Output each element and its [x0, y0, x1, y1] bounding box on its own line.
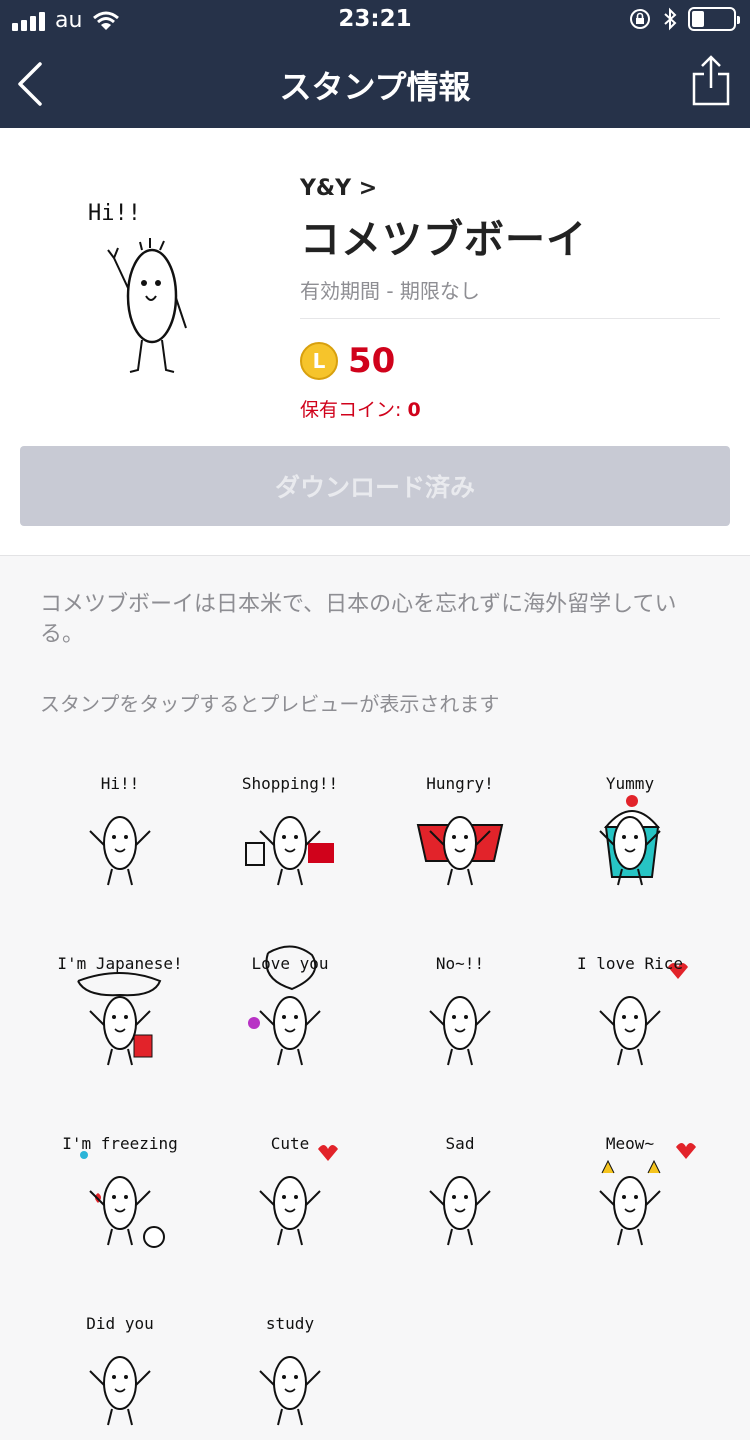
sticker-image: Sad [429, 1134, 491, 1246]
battery-icon [688, 7, 740, 31]
sticker-image: Hi!! [89, 774, 151, 886]
sticker-image: No~!! [429, 954, 491, 1066]
sticker-image: Meow~ [599, 1134, 696, 1246]
sticker-caption: No~!! [436, 954, 484, 973]
sticker-caption: Hi!! [101, 774, 140, 793]
sticker-image: Love you [248, 945, 329, 1066]
nav-bar: スタンプ情報 [0, 40, 750, 128]
author-link[interactable]: Y&Y > [300, 176, 720, 201]
sticker-image: Hungry! [416, 774, 504, 886]
author-name: Y&Y [300, 176, 352, 201]
sticker-item[interactable]: Meow~ [555, 1120, 705, 1260]
bluetooth-icon [664, 7, 677, 31]
sticker-caption: Love you [251, 954, 328, 973]
sticker-item[interactable]: Hi!! [45, 760, 195, 900]
sticker-item[interactable]: I love Rice [555, 940, 705, 1080]
sticker-item[interactable]: Sad [385, 1120, 535, 1260]
sticker-caption: Yummy [606, 774, 655, 793]
sticker-image: Yummy [599, 774, 661, 886]
line-coin-icon: L [300, 342, 338, 380]
sticker-item[interactable]: Hungry! [385, 760, 535, 900]
sticker-image: Did you [86, 1314, 154, 1426]
sticker-caption: I'm Japanese! [57, 954, 182, 973]
share-icon[interactable] [690, 54, 732, 108]
status-bar: au 23:21 [0, 0, 750, 40]
download-button[interactable]: ダウンロード済み [20, 446, 730, 526]
pack-name: コメツブボーイ [300, 217, 587, 263]
sticker-item[interactable]: I'm Japanese! [45, 940, 195, 1080]
price: 50 [348, 341, 396, 381]
sticker-caption: Sad [446, 1134, 475, 1153]
pack-description: コメツブボーイは日本米で、日本の心を忘れずに海外留学している。 [40, 592, 677, 647]
sticker-caption: Shopping!! [242, 774, 338, 793]
sticker-item[interactable]: Shopping!! [215, 760, 365, 900]
validity-text: 有効期間 - 期限なし [300, 275, 720, 319]
sticker-item[interactable]: Love you [215, 940, 365, 1080]
sticker-caption: Did you [86, 1314, 153, 1333]
sticker-image: I'm Japanese! [57, 954, 183, 1066]
sticker-image: Cute [259, 1134, 338, 1246]
sticker-image: study [259, 1314, 321, 1426]
sticker-item[interactable]: Did you [45, 1300, 195, 1440]
owned-coins-label: 保有コイン: [300, 399, 408, 421]
sticker-image: I'm freezing [62, 1134, 178, 1248]
sticker-item[interactable]: Yummy [555, 760, 705, 900]
sticker-pack-card: Hi!! Y&Y > コメツブボーイ 有効期間 - 期限なし L 50 保有コイ… [0, 128, 750, 556]
sticker-item[interactable]: No~!! [385, 940, 535, 1080]
page-title: スタンプ情報 [279, 68, 471, 106]
sticker-caption: study [266, 1314, 315, 1333]
owned-coins: 保有コイン: 0 [300, 395, 720, 422]
main-sticker-greeting: Hi!! [88, 201, 141, 226]
orientation-lock-icon [630, 9, 650, 29]
sticker-image: I love Rice [577, 954, 688, 1066]
sticker-caption: I love Rice [577, 954, 683, 973]
chevron-right-icon: > [358, 176, 378, 201]
sticker-caption: Meow~ [606, 1134, 654, 1153]
sticker-item[interactable]: Cute [215, 1120, 365, 1260]
sticker-caption: I'm freezing [62, 1134, 178, 1153]
main-sticker-image: Hi!! [88, 201, 187, 373]
preview-hint: スタンプをタップするとプレビューが表示されます [40, 692, 500, 716]
sticker-item[interactable]: study [215, 1300, 365, 1440]
sticker-image: Shopping!! [242, 774, 338, 886]
owned-coins-value: 0 [407, 399, 421, 421]
sticker-caption: Hungry! [426, 774, 493, 793]
sticker-caption: Cute [271, 1134, 310, 1153]
sticker-item[interactable]: I'm freezing [45, 1120, 195, 1260]
